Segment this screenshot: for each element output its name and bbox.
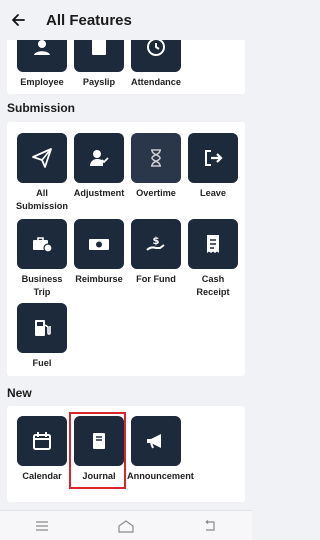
receipt-icon [188,219,238,269]
back-button[interactable] [0,0,36,40]
feature-business-trip[interactable]: Business Trip [14,219,70,299]
feature-announcement[interactable]: Announcement [127,416,194,483]
arrow-left-icon [12,14,25,26]
menu-lines-icon [36,520,48,531]
section-heading-submission: Submission [7,101,76,115]
recent-apps-button[interactable] [22,513,62,539]
feature-label: Leave [199,188,227,198]
hourglass-icon [131,133,181,183]
home-button[interactable] [106,513,146,539]
hand-dollar-icon: $ [131,219,181,269]
page-title: All Features [46,11,132,29]
section-heading-new: New [7,386,32,400]
feature-calendar[interactable]: Calendar [14,416,70,483]
feature-label: Reimburse [75,274,123,284]
feature-label: Business Trip [21,274,63,297]
megaphone-icon [131,416,181,466]
feature-cash-receipt[interactable]: Cash Receipt [185,219,241,299]
feature-label: Payslip [82,77,116,87]
feature-fuel[interactable]: Fuel [14,303,70,370]
app-header: All Features [0,0,252,40]
feature-label: Fuel [32,358,52,368]
feature-reimburse[interactable]: Reimburse [71,219,127,286]
user-check-icon [74,133,124,183]
home-icon [118,519,134,533]
feature-for-fund[interactable]: $ For Fund [128,219,184,286]
feature-label: Attendance [130,77,182,87]
svg-text:$: $ [153,236,160,247]
briefcase-clock-icon [17,219,67,269]
back-nav-button[interactable] [190,513,230,539]
feature-adjustment[interactable]: Adjustment [71,133,127,200]
feature-label: For Fund [136,274,176,284]
journal-highlight-box [69,412,126,489]
feature-leave[interactable]: Leave [185,133,241,200]
send-icon [17,133,67,183]
exit-icon [188,133,238,183]
banknote-icon [74,219,124,269]
feature-label: Cash Receipt [196,274,230,297]
submission-card: All Submission Adjustment Overtime Leave… [7,122,245,376]
calendar-icon [17,416,67,466]
feature-label: Overtime [136,188,176,198]
system-nav-bar [0,510,252,540]
feature-all-submission[interactable]: All Submission [14,133,70,213]
feature-label: Employee [20,77,64,87]
fuel-pump-icon [17,303,67,353]
feature-label: Announcement [127,471,194,481]
feature-label: All Submission [15,188,69,211]
return-icon [205,519,215,531]
feature-label: Adjustment [73,188,125,198]
new-card: Calendar Journal Announcement [7,406,245,502]
feature-label: Calendar [22,471,62,481]
top-features-card: Employee Payslip Attendance [7,22,245,94]
feature-overtime[interactable]: Overtime [128,133,184,200]
